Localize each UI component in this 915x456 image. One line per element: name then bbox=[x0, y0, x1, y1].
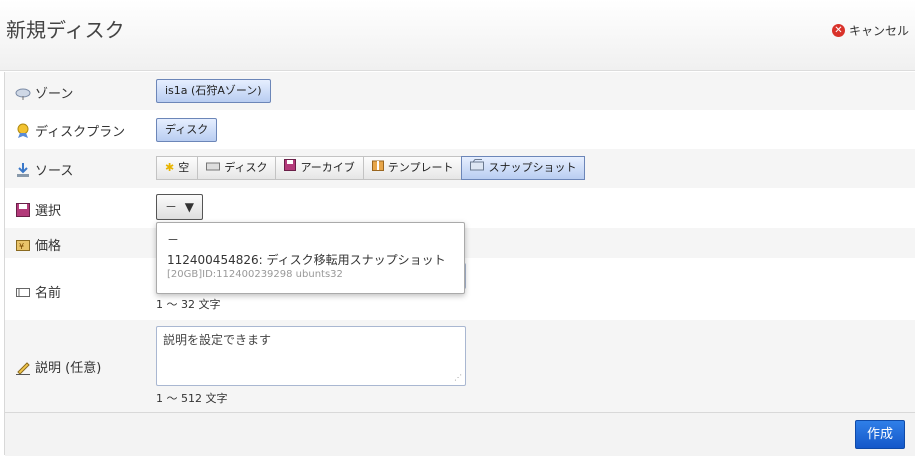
save-icon bbox=[284, 157, 297, 179]
svg-text:¥: ¥ bbox=[19, 242, 24, 251]
description-hint: 1 ～ 512 文字 bbox=[156, 392, 228, 405]
cancel-label: キャンセル bbox=[848, 24, 909, 38]
dialog-header: 新規ディスク ✕ キャンセル bbox=[0, 0, 915, 71]
source-option-snapshot[interactable]: スナップショット bbox=[461, 156, 586, 180]
plan-label: ディスクプラン bbox=[35, 125, 126, 140]
create-button[interactable]: 作成 bbox=[855, 420, 905, 449]
source-row: ソース ✱ 空 ディスク アーカイブ テンプレート スナップショット bbox=[5, 149, 915, 188]
disk-icon bbox=[206, 157, 221, 179]
zone-label: ゾーン bbox=[35, 87, 74, 102]
download-icon bbox=[15, 162, 31, 178]
source-option-template[interactable]: テンプレート bbox=[362, 156, 463, 180]
zone-button[interactable]: is1a (石狩Aゾーン) bbox=[156, 79, 271, 103]
dialog-footer: 作成 bbox=[5, 412, 915, 456]
select-label: 選択 bbox=[35, 204, 62, 219]
name-hint: 1 ～ 32 文字 bbox=[156, 298, 221, 311]
floppy-icon bbox=[15, 202, 31, 218]
snapshot-dropdown-menu: － 112400454826: ディスク移転用スナップショット [20GB]ID… bbox=[156, 222, 465, 294]
resize-handle-icon[interactable]: ⋰ bbox=[454, 373, 462, 382]
description-textarea[interactable]: 説明を設定できます ⋰ bbox=[156, 326, 466, 386]
description-label: 説明 (任意) bbox=[35, 361, 102, 376]
source-label: ソース bbox=[35, 164, 74, 179]
close-icon: ✕ bbox=[831, 24, 845, 37]
description-placeholder: 説明を設定できます bbox=[163, 333, 272, 347]
box-icon bbox=[371, 157, 384, 179]
source-segmented-control: ✱ 空 ディスク アーカイブ テンプレート スナップショット bbox=[156, 156, 586, 180]
select-current-value: － bbox=[165, 200, 178, 214]
tag-icon bbox=[15, 284, 31, 300]
source-option-disk[interactable]: ディスク bbox=[197, 156, 277, 180]
plan-button[interactable]: ディスク bbox=[156, 118, 218, 142]
disk-form: ゾーン is1a (石狩Aゾーン) ディスクプラン ディスク ソース ✱ 空 デ… bbox=[4, 72, 915, 456]
source-option-empty[interactable]: ✱ 空 bbox=[156, 156, 199, 180]
caret-down-icon: ▼ bbox=[180, 200, 194, 214]
dialog-title: 新規ディスク bbox=[6, 18, 125, 42]
dropdown-option-snapshot[interactable]: 112400454826: ディスク移転用スナップショット bbox=[167, 251, 446, 268]
dropdown-option-none[interactable]: － bbox=[167, 231, 179, 248]
description-row: 説明 (任意) 説明を設定できます ⋰ 1 ～ 512 文字 bbox=[5, 320, 915, 412]
star-icon: ✱ bbox=[165, 161, 175, 174]
source-option-archive[interactable]: アーカイブ bbox=[275, 156, 364, 180]
pencil-icon bbox=[15, 359, 31, 375]
cancel-button[interactable]: ✕ キャンセル bbox=[831, 22, 909, 39]
price-label: 価格 bbox=[35, 239, 62, 254]
zone-row: ゾーン is1a (石狩Aゾーン) bbox=[5, 72, 915, 110]
dropdown-option-snapshot-detail: [20GB]ID:112400239298 ubunts32 bbox=[167, 269, 343, 280]
snapshot-icon bbox=[470, 157, 485, 179]
name-label: 名前 bbox=[35, 286, 62, 301]
cloud-icon bbox=[15, 85, 31, 101]
snapshot-select-dropdown[interactable]: － ▼ bbox=[156, 194, 203, 220]
plan-row: ディスクプラン ディスク bbox=[5, 110, 915, 149]
price-icon: ¥ bbox=[15, 237, 31, 253]
award-icon bbox=[15, 123, 31, 139]
